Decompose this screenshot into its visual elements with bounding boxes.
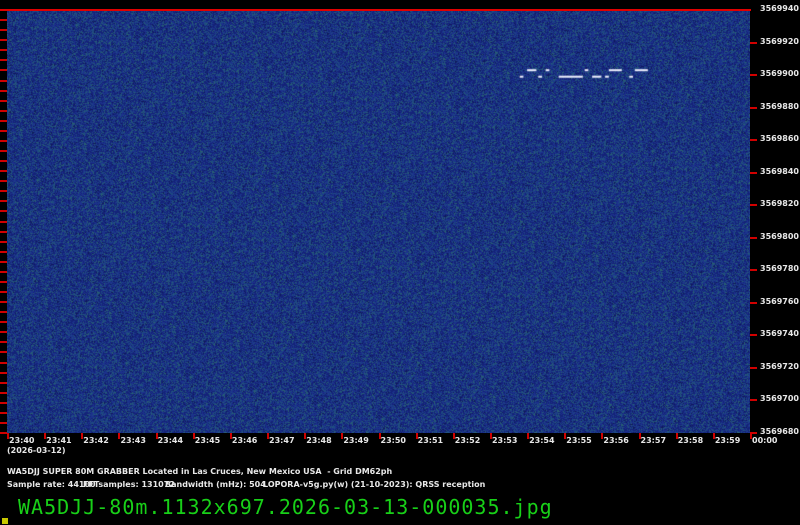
y-tick-left bbox=[0, 190, 7, 193]
x-tick-label: 23:56 bbox=[603, 436, 629, 445]
y-tick-right bbox=[750, 269, 757, 272]
y-tick-left bbox=[0, 200, 7, 203]
y-tick-left bbox=[0, 351, 7, 354]
y-tick-right bbox=[750, 334, 757, 337]
y-tick-left bbox=[0, 109, 7, 112]
y-tick-left bbox=[0, 381, 7, 384]
y-tick-left bbox=[0, 361, 7, 364]
y-tick-left bbox=[0, 99, 7, 102]
y-tick-left bbox=[0, 371, 7, 374]
y-tick-right bbox=[750, 171, 757, 174]
fft-samples: FFTsamples: 131072 bbox=[83, 480, 175, 489]
x-tick-label: 23:57 bbox=[640, 436, 667, 445]
y-tick-left bbox=[0, 49, 7, 52]
y-tick-right bbox=[750, 366, 757, 369]
y-tick-left bbox=[0, 331, 7, 334]
y-tick-left bbox=[0, 411, 7, 414]
y-tick-right bbox=[750, 399, 757, 402]
y-tick-left bbox=[0, 170, 7, 173]
y-tick-label: 3569920 bbox=[760, 36, 799, 46]
x-tick-label: 23:58 bbox=[677, 436, 704, 445]
y-tick-left bbox=[0, 321, 7, 324]
y-tick-right bbox=[750, 41, 757, 44]
x-tick-label: 23:45 bbox=[194, 436, 221, 445]
date-label: (2026-03-12) bbox=[7, 446, 66, 455]
y-tick-left bbox=[0, 220, 7, 223]
y-tick-left bbox=[0, 19, 7, 22]
y-tick-left bbox=[0, 39, 7, 42]
y-tick-left bbox=[0, 280, 7, 283]
y-tick-left bbox=[0, 391, 7, 394]
x-tick-label: 23:48 bbox=[306, 436, 332, 445]
x-tick-label: 23:53 bbox=[491, 436, 518, 445]
x-tick-label: 23:59 bbox=[714, 436, 741, 445]
spectrogram bbox=[7, 10, 750, 433]
y-tick-right bbox=[750, 204, 757, 207]
x-tick-label: 23:40 bbox=[9, 436, 35, 445]
y-tick-left bbox=[0, 139, 7, 142]
x-tick-label: 00:00 bbox=[752, 436, 778, 445]
x-tick-label: 23:47 bbox=[269, 436, 295, 445]
y-tick-left bbox=[0, 401, 7, 404]
y-tick-left bbox=[0, 180, 7, 183]
y-tick-left bbox=[0, 79, 7, 82]
y-tick-label: 3569720 bbox=[760, 361, 799, 371]
y-tick-label: 3569940 bbox=[760, 4, 799, 13]
y-tick-left bbox=[0, 240, 7, 243]
y-tick-label: 3569800 bbox=[760, 231, 799, 241]
y-tick-left bbox=[0, 341, 7, 344]
y-tick-left bbox=[0, 210, 7, 213]
x-tick-label: 23:54 bbox=[529, 436, 555, 445]
y-tick-left bbox=[0, 230, 7, 233]
y-tick-right bbox=[750, 301, 757, 304]
x-tick-label: 23:43 bbox=[120, 436, 146, 445]
x-tick-label: 23:55 bbox=[566, 436, 592, 445]
y-tick-left bbox=[0, 311, 7, 314]
filename: WA5DJJ-80m.1132x697.2026-03-13-000035.jp… bbox=[18, 495, 553, 519]
corner-marker bbox=[2, 518, 8, 524]
x-tick-label: 23:50 bbox=[380, 436, 406, 445]
x-tick-label: 23:44 bbox=[157, 436, 184, 445]
y-tick-label: 3569820 bbox=[760, 199, 799, 209]
y-tick-left bbox=[0, 69, 7, 72]
y-tick-label: 3569860 bbox=[760, 134, 799, 144]
y-tick-left bbox=[0, 270, 7, 273]
y-tick-left bbox=[0, 129, 7, 132]
y-tick-left bbox=[0, 291, 7, 293]
top-marker-line bbox=[0, 9, 751, 11]
y-tick-label: 3569880 bbox=[760, 101, 799, 111]
y-tick-left bbox=[0, 301, 7, 304]
y-tick-label: 3569780 bbox=[760, 264, 799, 274]
y-tick-left bbox=[0, 29, 7, 32]
y-tick-left bbox=[0, 160, 7, 163]
station-title: WA5DJJ SUPER 80M GRABBER Located in Las … bbox=[7, 467, 393, 476]
x-tick-label: 23:42 bbox=[83, 436, 109, 445]
y-tick-left bbox=[0, 260, 7, 263]
y-tick-right bbox=[750, 236, 757, 239]
y-tick-left bbox=[0, 150, 7, 152]
y-tick-right bbox=[750, 106, 757, 109]
y-tick-left bbox=[0, 421, 7, 424]
x-tick-label: 23:51 bbox=[417, 436, 444, 445]
bandwidth: Bandwidth (mHz): 504 bbox=[165, 480, 266, 489]
x-tick-label: 23:52 bbox=[454, 436, 481, 445]
y-tick-label: 3569740 bbox=[760, 329, 799, 339]
y-tick-left bbox=[0, 119, 7, 122]
y-tick-left bbox=[0, 89, 7, 92]
software-info: LOPORA-v5g.py(w) (21-10-2023): QRSS rece… bbox=[263, 480, 486, 489]
y-tick-label: 3569760 bbox=[760, 296, 799, 306]
y-tick-left bbox=[0, 432, 7, 434]
x-tick-label: 23:46 bbox=[231, 436, 258, 445]
x-tick-label: 23:41 bbox=[46, 436, 72, 445]
y-tick-label: 3569840 bbox=[760, 166, 799, 176]
y-tick-left bbox=[0, 250, 7, 253]
y-tick-right bbox=[750, 74, 757, 77]
y-tick-left bbox=[0, 59, 7, 62]
y-tick-label: 3569700 bbox=[760, 394, 799, 404]
x-tick-label: 23:49 bbox=[343, 436, 369, 445]
y-tick-right bbox=[750, 139, 757, 142]
y-tick-label: 3569900 bbox=[760, 69, 799, 79]
